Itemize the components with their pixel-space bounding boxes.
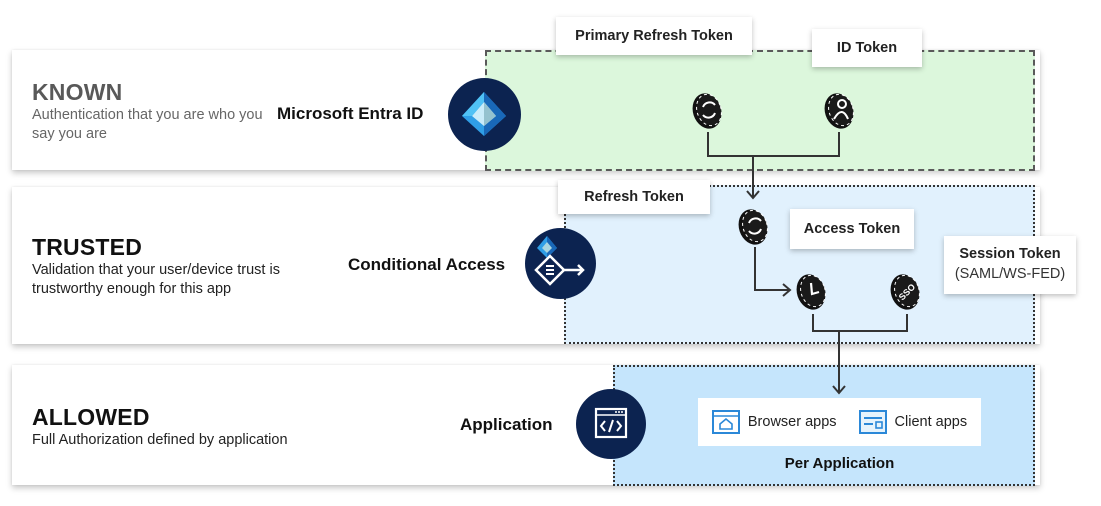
tier-title-trusted: TRUSTED: [32, 234, 143, 260]
arrowhead-to-refresh: [746, 190, 760, 200]
refresh-coin-icon: [692, 93, 722, 129]
client-app-icon: [858, 410, 887, 434]
token-label-refresh: Refresh Token: [584, 189, 684, 205]
user-coin-icon: [824, 93, 854, 129]
connector-idt-down: [838, 132, 840, 156]
callout-access-token: Access Token: [790, 209, 914, 249]
service-label-application: Application: [460, 415, 553, 434]
entra-id-badge: [448, 78, 521, 151]
service-label-entra-id: Microsoft Entra ID: [277, 104, 424, 123]
conditional-access-icon: [534, 236, 585, 286]
connector-session-down: [906, 314, 908, 331]
connector-access-down: [812, 314, 814, 331]
sso-coin-icon: SSO: [890, 274, 920, 310]
callout-session-token: Session Token (SAML/WS-FED): [944, 236, 1076, 294]
browser-apps-item: Browser apps: [711, 410, 837, 434]
browser-app-icon: [711, 410, 740, 434]
conditional-access-badge: [525, 228, 596, 299]
apps-box: Browser apps Client apps: [698, 398, 981, 446]
tier-title-allowed: ALLOWED: [32, 404, 150, 430]
client-apps-item: Client apps: [858, 410, 968, 434]
token-label-primary-refresh: Primary Refresh Token: [575, 28, 733, 44]
callout-id-token: ID Token: [812, 29, 922, 67]
browser-apps-label: Browser apps: [747, 414, 837, 430]
token-label-id: ID Token: [836, 40, 898, 56]
application-code-icon: [594, 407, 628, 439]
service-label-conditional-access: Conditional Access: [348, 255, 506, 274]
token-sublabel-session: (SAML/WS-FED): [954, 266, 1066, 282]
per-application-caption: Per Application: [784, 455, 895, 472]
arrowhead-to-apps: [832, 385, 846, 395]
connector-refresh-down: [754, 247, 756, 290]
known-token-zone: [485, 50, 1035, 171]
clock-coin-icon: [796, 274, 826, 310]
token-label-access: Access Token: [803, 221, 901, 237]
client-apps-label: Client apps: [894, 414, 968, 430]
application-badge: [576, 389, 646, 459]
connector-known-join: [707, 155, 840, 157]
tier-title-known: KNOWN: [32, 79, 123, 105]
token-label-session: Session Token: [959, 246, 1061, 262]
entra-id-pyramid-icon: [462, 92, 506, 136]
callout-refresh-token: Refresh Token: [558, 180, 710, 214]
tier-description-trusted: Validation that your user/device trust i…: [32, 262, 280, 297]
tier-description-allowed: Full Authorization defined by applicatio…: [32, 432, 288, 448]
connector-trusted-join: [812, 330, 908, 332]
connector-prt-down: [707, 132, 709, 156]
callout-primary-refresh-token: Primary Refresh Token: [556, 17, 752, 55]
refresh-coin-icon: [738, 209, 768, 245]
connector-trusted-to-apps: [838, 330, 840, 392]
tier-description-known: Authentication that you are who you say …: [32, 107, 263, 142]
